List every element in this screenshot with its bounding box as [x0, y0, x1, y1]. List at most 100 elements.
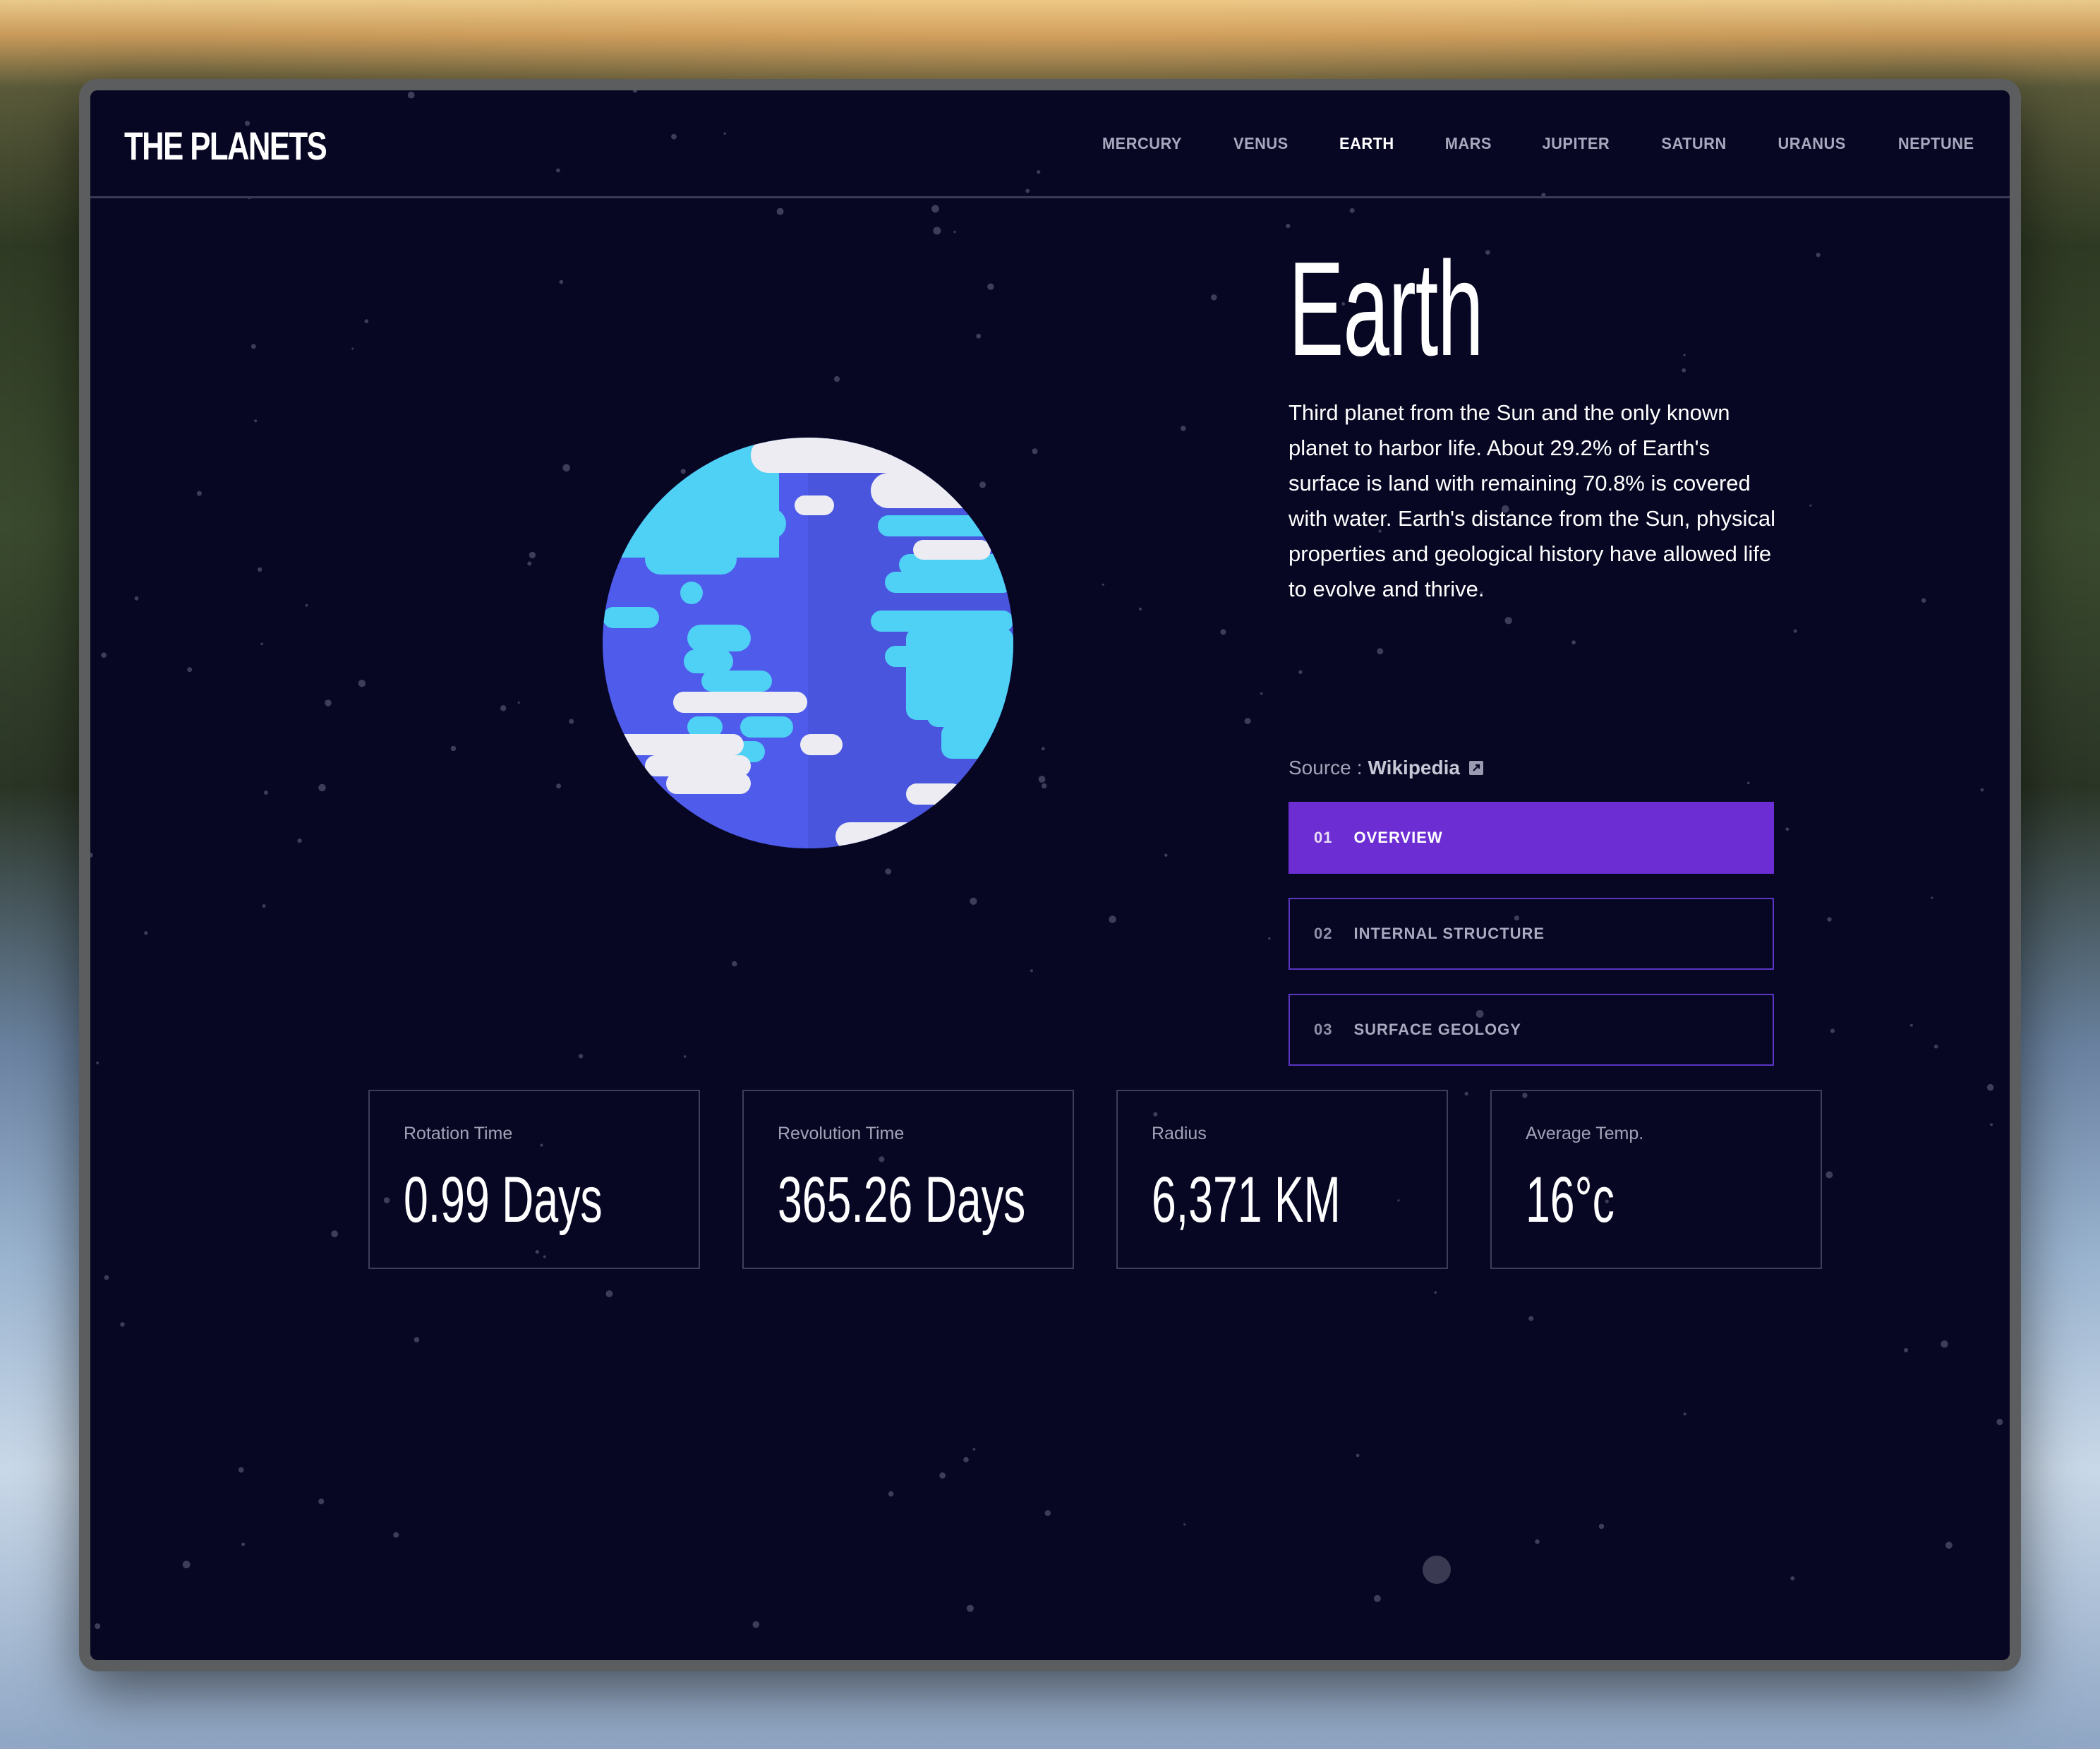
tab-label: OVERVIEW [1353, 829, 1443, 846]
background-star [358, 680, 366, 687]
background-star [260, 642, 263, 646]
background-star [562, 464, 570, 472]
stat-card-rotation: Rotation Time 0.99 Days [368, 1090, 700, 1269]
stat-label: Revolution Time [778, 1124, 905, 1143]
background-star [1109, 915, 1116, 923]
background-star [953, 230, 956, 234]
nav-item-venus[interactable]: VENUS [1233, 134, 1289, 153]
background-star [1904, 1347, 1909, 1353]
background-star [251, 344, 256, 349]
background-star [1138, 607, 1142, 611]
background-star [1941, 1340, 1948, 1348]
background-star [95, 1623, 101, 1629]
background-star [182, 1561, 191, 1569]
nav-item-mars[interactable]: MARS [1444, 134, 1491, 153]
background-star [1793, 629, 1797, 633]
nav-item-saturn[interactable]: SATURN [1662, 134, 1727, 153]
stat-value: 16°c [1526, 1164, 1615, 1236]
source-colon: : [1356, 757, 1363, 779]
background-star [1181, 426, 1186, 431]
background-star [1032, 448, 1038, 455]
background-star [1990, 1123, 1993, 1126]
background-star [414, 1337, 420, 1342]
planet-nav: MERCURY VENUS EARTH MARS JUPITER SATURN … [1100, 90, 1976, 196]
background-star [1434, 1291, 1437, 1294]
background-star [187, 667, 193, 673]
background-star [1349, 208, 1355, 213]
background-star [1682, 368, 1686, 373]
planet-name: Earth [1289, 234, 1484, 384]
background-star [1528, 1316, 1534, 1321]
planet-stats: Rotation Time 0.99 Days Revolution Time … [368, 1090, 1822, 1269]
background-star [1921, 598, 1926, 603]
background-star [1038, 776, 1046, 783]
background-star [1931, 896, 1933, 899]
background-star [1373, 1594, 1381, 1602]
logo[interactable]: THE PLANETS [124, 123, 327, 169]
background-star [776, 208, 784, 215]
background-star [833, 375, 840, 383]
background-star [331, 1230, 338, 1238]
background-star [263, 791, 268, 795]
stat-card-temperature: Average Temp. 16°c [1490, 1090, 1822, 1269]
stat-label: Rotation Time [404, 1124, 513, 1143]
background-star [1377, 648, 1384, 655]
background-star [500, 705, 507, 711]
background-star [1260, 692, 1263, 695]
background-star [752, 1621, 760, 1628]
background-star [305, 603, 308, 607]
nav-item-mercury[interactable]: MERCURY [1102, 134, 1182, 153]
background-star [120, 1322, 125, 1327]
tab-internal-structure[interactable]: 02 INTERNAL STRUCTURE [1289, 898, 1774, 970]
tab-surface-geology[interactable]: 03 SURFACE GEOLOGY [1289, 994, 1774, 1066]
background-star [1986, 1083, 1994, 1091]
background-star [527, 561, 532, 566]
background-star [972, 1448, 976, 1451]
background-star [96, 1062, 99, 1064]
background-star [318, 1498, 325, 1505]
background-star [134, 596, 139, 601]
background-star [517, 701, 520, 704]
background-star [1826, 1171, 1833, 1179]
background-star [1830, 1028, 1835, 1033]
site-header: THE PLANETS MERCURY VENUS EARTH MARS JUP… [90, 90, 2010, 198]
nav-item-uranus[interactable]: URANUS [1778, 134, 1846, 153]
earth-planet-icon [603, 438, 1013, 848]
tab-overview[interactable]: 01 OVERVIEW [1289, 802, 1774, 874]
background-star [1220, 629, 1226, 635]
background-star [605, 1290, 613, 1297]
background-star [683, 1055, 687, 1058]
browser-window: THE PLANETS MERCURY VENUS EARTH MARS JUP… [79, 79, 2021, 1671]
background-star [529, 551, 536, 559]
background-star [970, 897, 977, 905]
background-star [1268, 937, 1271, 940]
background-star [569, 719, 574, 724]
view-tabs: 01 OVERVIEW 02 INTERNAL STRUCTURE 03 SUR… [1289, 802, 1774, 1090]
background-star [104, 1275, 109, 1280]
background-star [1571, 640, 1576, 645]
tab-number: 03 [1314, 1021, 1333, 1038]
background-star [885, 868, 891, 874]
tab-label: INTERNAL STRUCTURE [1353, 925, 1545, 942]
background-star [1996, 1419, 2003, 1426]
background-star [1485, 250, 1490, 255]
background-star [556, 783, 562, 789]
planet-description: Third planet from the Sun and the only k… [1289, 400, 1775, 601]
background-star [1790, 1576, 1795, 1581]
background-star [1909, 1023, 1913, 1027]
nav-item-earth[interactable]: EARTH [1339, 134, 1394, 153]
background-star [1244, 718, 1251, 724]
external-link-icon[interactable] [1468, 760, 1484, 776]
wikipedia-link[interactable]: Wikipedia [1368, 757, 1460, 779]
stat-value: 365.26 Days [778, 1164, 1026, 1236]
nav-item-neptune[interactable]: NEPTUNE [1897, 134, 1974, 153]
stat-card-revolution: Revolution Time 365.26 Days [742, 1090, 1074, 1269]
background-star [1041, 747, 1045, 751]
background-star [1816, 253, 1821, 258]
background-star [1504, 617, 1512, 625]
background-star [1164, 853, 1168, 857]
nav-item-jupiter[interactable]: JUPITER [1543, 134, 1610, 153]
background-star [393, 1532, 399, 1538]
background-star [351, 347, 354, 350]
background-star [1183, 1523, 1186, 1526]
